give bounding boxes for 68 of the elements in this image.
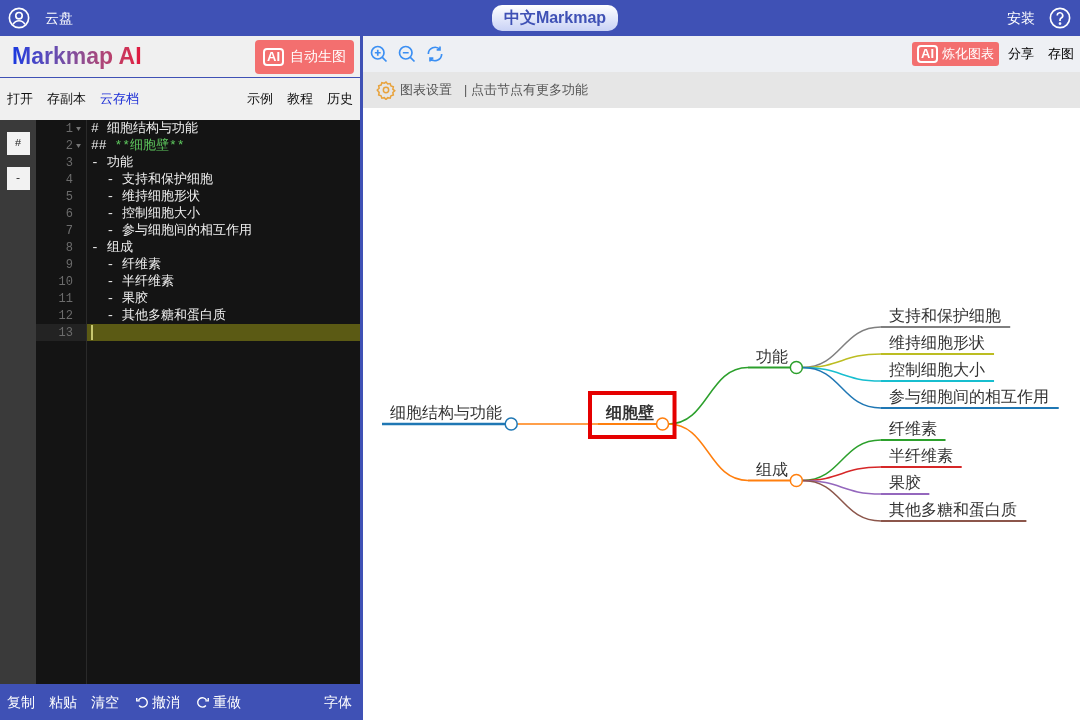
editor-action-button[interactable]: 粘贴 <box>49 691 77 713</box>
menu-item[interactable]: 示例 <box>247 89 273 109</box>
code-line: - 纤维素 <box>105 256 162 273</box>
mindmap-node[interactable]: 半纤维素 <box>889 447 953 464</box>
insert-button[interactable]: # <box>6 132 30 155</box>
line-number: 6 <box>65 205 73 223</box>
redo-icon <box>196 695 210 709</box>
font-button[interactable]: 字体 <box>324 691 352 713</box>
mindmap-node[interactable]: 细胞壁 <box>598 404 670 431</box>
line-number: 8 <box>65 239 73 257</box>
menu-item[interactable]: 教程 <box>287 89 313 109</box>
line-number: 5 <box>65 188 73 206</box>
install-link[interactable]: 安装 <box>1007 7 1035 29</box>
help-icon[interactable] <box>1049 7 1071 29</box>
code-line: - 组成 <box>91 239 133 256</box>
undo-icon <box>135 695 149 709</box>
mindmap-node[interactable]: 功能 <box>748 347 804 375</box>
code-line: - 其他多糖和蛋白质 <box>105 307 227 324</box>
code-line: - 果胶 <box>105 290 149 307</box>
code-line: - 半纤维素 <box>105 273 175 290</box>
menu-item[interactable]: 云存档 <box>100 89 139 109</box>
share-button[interactable]: 分享 <box>1008 44 1034 64</box>
code-line: - 控制细胞大小 <box>105 205 201 222</box>
code-line: - 功能 <box>91 154 133 171</box>
mindmap-node[interactable]: 控制细胞大小 <box>889 361 985 378</box>
editor-action-button[interactable]: 撤消 <box>135 691 180 713</box>
line-number: 11 <box>58 290 73 308</box>
mindmap-node[interactable]: 组成 <box>748 460 804 488</box>
mindmap-node[interactable]: 维持细胞形状 <box>889 334 985 351</box>
line-number: 9 <box>65 256 73 274</box>
line-number: 7 <box>65 222 73 240</box>
refresh-icon[interactable] <box>425 44 445 64</box>
menu-item[interactable]: 历史 <box>327 89 353 109</box>
mindmap-node[interactable]: 支持和保护细胞 <box>889 307 1001 324</box>
fold-icon[interactable] <box>76 143 81 148</box>
line-number: 10 <box>58 273 73 291</box>
app-title: 中文Markmap <box>491 5 619 31</box>
line-number: 3 <box>65 154 73 172</box>
mindmap-node[interactable]: 细胞结构与功能 <box>382 404 518 431</box>
line-number: 12 <box>58 307 73 325</box>
editor-action-button[interactable]: 清空 <box>91 691 119 713</box>
code-line: - 维持细胞形状 <box>105 188 201 205</box>
code-line: - 支持和保护细胞 <box>105 171 214 188</box>
cloud-disk-link[interactable]: 云盘 <box>45 7 73 29</box>
code-line: ## **细胞壁** <box>91 137 185 154</box>
zoom-in-icon[interactable] <box>369 44 389 64</box>
mindmap-node[interactable]: 果胶 <box>889 474 921 491</box>
line-number: 2 <box>65 137 73 155</box>
editor-action-button[interactable]: 重做 <box>196 691 241 713</box>
mindmap-node[interactable]: 纤维素 <box>889 420 937 437</box>
code-line: # 细胞结构与功能 <box>91 120 198 137</box>
hint-text: | 点击节点有更多功能 <box>464 81 588 99</box>
menu-item[interactable]: 存副本 <box>47 89 86 109</box>
text-cursor <box>91 325 93 340</box>
save-image-button[interactable]: 存图 <box>1048 44 1074 64</box>
chart-settings-button[interactable]: 图表设置 <box>400 80 452 100</box>
code-line: - 参与细胞间的相互作用 <box>105 222 253 239</box>
mindmap-node[interactable]: 参与细胞间的相互作用 <box>889 388 1049 405</box>
user-icon[interactable] <box>8 7 30 29</box>
insert-button[interactable]: - <box>6 167 30 190</box>
menu-item[interactable]: 打开 <box>7 89 33 109</box>
fold-icon[interactable] <box>76 126 81 131</box>
editor-action-button[interactable]: 复制 <box>7 691 35 713</box>
line-number: 4 <box>65 171 73 189</box>
line-number: 13 <box>58 324 73 342</box>
line-number: 1 <box>65 120 73 138</box>
zoom-out-icon[interactable] <box>397 44 417 64</box>
mindmap-node[interactable]: 其他多糖和蛋白质 <box>889 501 1017 518</box>
